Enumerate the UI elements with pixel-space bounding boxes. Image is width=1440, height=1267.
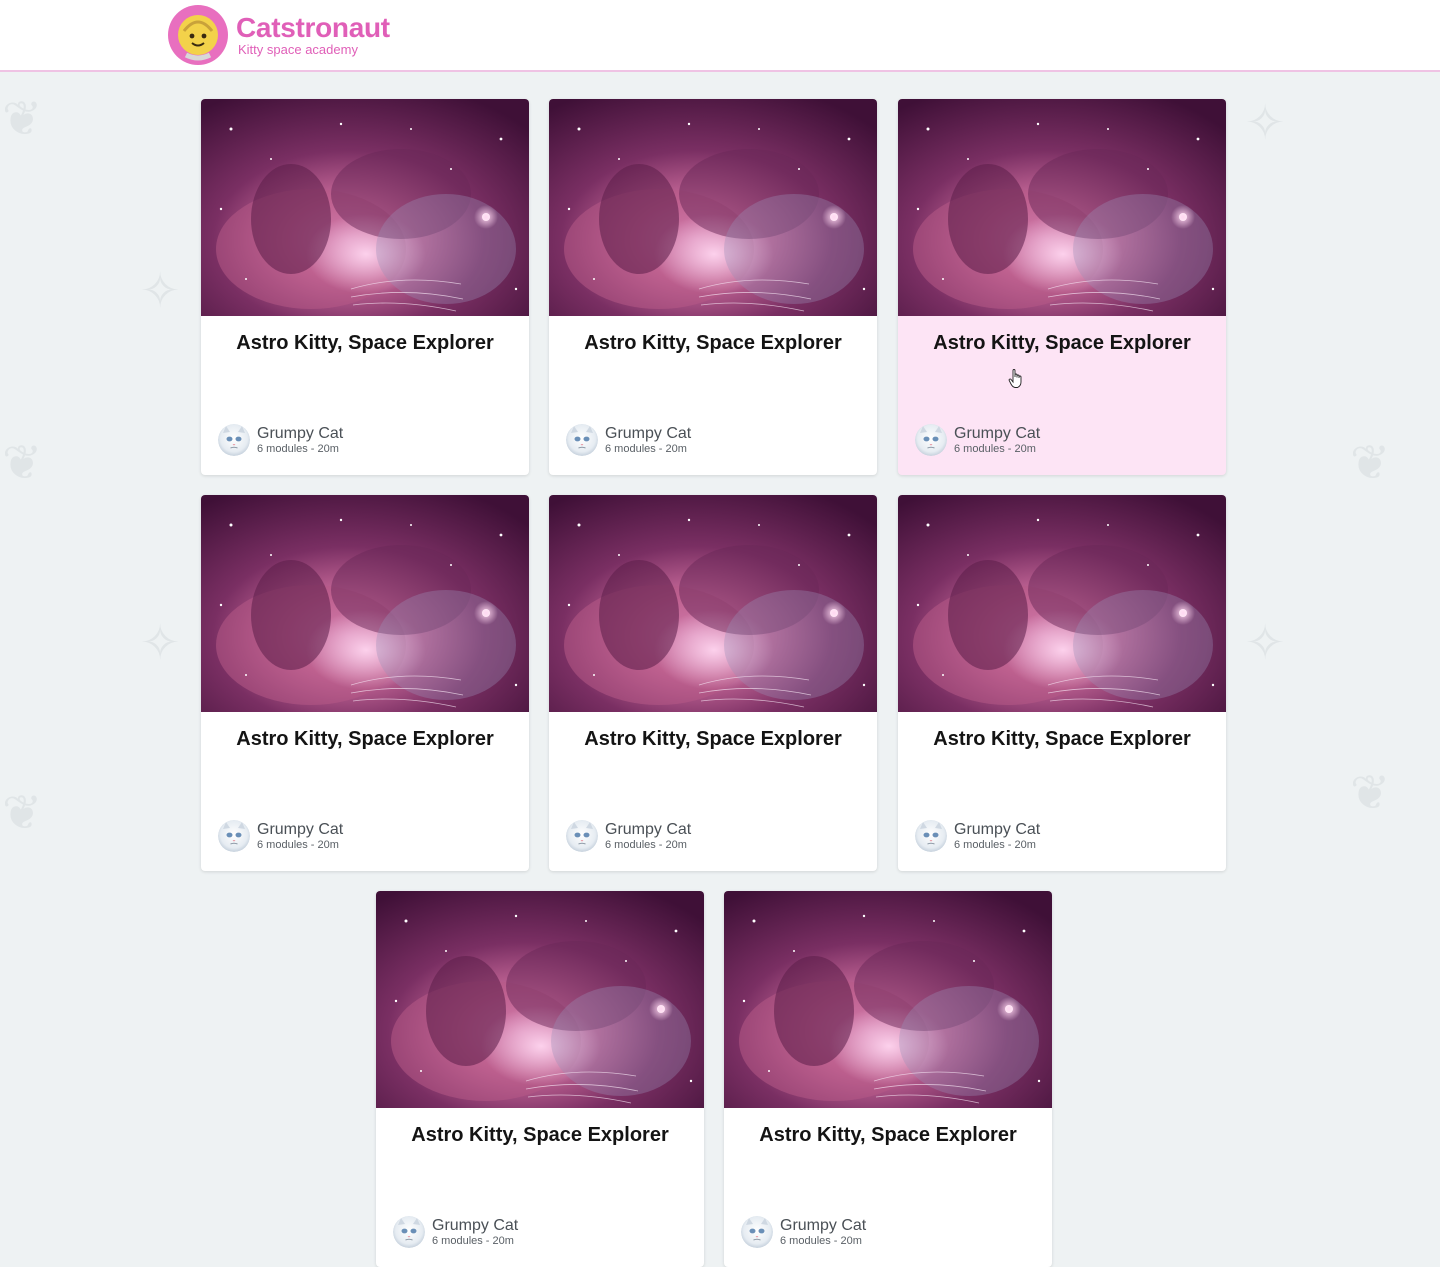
background-pattern-icon: ❦	[1350, 437, 1391, 490]
track-cover-image	[549, 495, 877, 712]
background-pattern-icon: ✧	[1245, 97, 1286, 150]
track-cover-image	[549, 99, 877, 316]
track-title: Astro Kitty, Space Explorer	[584, 332, 842, 354]
track-meta: 6 modules - 20m	[605, 442, 687, 455]
track-card[interactable]: Astro Kitty, Space Explorer Grumpy Cat 6…	[724, 891, 1052, 1267]
author-info: Grumpy Cat 6 modules - 20m	[393, 1216, 518, 1248]
author-avatar	[218, 820, 250, 852]
author-name: Grumpy Cat	[257, 820, 344, 838]
background-pattern-icon: ❦	[2, 437, 43, 490]
author-info: Grumpy Cat 6 modules - 20m	[566, 424, 691, 456]
track-meta: 6 modules - 20m	[257, 838, 339, 851]
author-name: Grumpy Cat	[954, 820, 1041, 838]
author-info: Grumpy Cat 6 modules - 20m	[915, 820, 1040, 852]
author-info: Grumpy Cat 6 modules - 20m	[218, 820, 343, 852]
track-title: Astro Kitty, Space Explorer	[759, 1124, 1017, 1146]
author-name: Grumpy Cat	[780, 1216, 867, 1234]
track-cover-image	[376, 891, 704, 1108]
home-logo-link[interactable]: Catstronaut Kitty space academy	[168, 4, 390, 66]
author-name: Grumpy Cat	[605, 820, 692, 838]
background-pattern-icon: ✧	[140, 265, 181, 318]
track-meta: 6 modules - 20m	[257, 442, 339, 455]
track-title: Astro Kitty, Space Explorer	[411, 1124, 669, 1146]
track-meta: 6 modules - 20m	[780, 1234, 862, 1247]
track-card[interactable]: Astro Kitty, Space Explorer Grumpy Cat 6…	[549, 99, 877, 475]
track-card[interactable]: Astro Kitty, Space Explorer Grumpy Cat 6…	[201, 495, 529, 871]
author-info: Grumpy Cat 6 modules - 20m	[218, 424, 343, 456]
track-cover-image	[201, 495, 529, 712]
background-pattern-icon: ❦	[2, 787, 43, 840]
author-name: Grumpy Cat	[605, 424, 692, 442]
background-pattern-icon: ❦	[2, 93, 43, 146]
track-cover-image	[898, 99, 1226, 316]
author-info: Grumpy Cat 6 modules - 20m	[741, 1216, 866, 1248]
author-name: Grumpy Cat	[954, 424, 1041, 442]
background-pattern-icon: ✧	[140, 617, 181, 670]
author-avatar	[218, 424, 250, 456]
brand-name: Catstronaut	[236, 12, 390, 43]
track-card[interactable]: Astro Kitty, Space Explorer Grumpy Cat 6…	[201, 99, 529, 475]
track-title: Astro Kitty, Space Explorer	[236, 728, 494, 750]
track-card[interactable]: Astro Kitty, Space Explorer Grumpy Cat 6…	[549, 495, 877, 871]
track-card-hovered[interactable]: Astro Kitty, Space Explorer Grumpy Cat 6…	[898, 99, 1226, 475]
track-title: Astro Kitty, Space Explorer	[236, 332, 494, 354]
author-avatar	[915, 424, 947, 456]
author-info: Grumpy Cat 6 modules - 20m	[566, 820, 691, 852]
author-name: Grumpy Cat	[257, 424, 344, 442]
track-meta: 6 modules - 20m	[954, 442, 1036, 455]
author-avatar	[566, 820, 598, 852]
track-card[interactable]: Astro Kitty, Space Explorer Grumpy Cat 6…	[898, 495, 1226, 871]
background-pattern-icon: ❦	[1350, 767, 1391, 820]
app-header: Catstronaut Kitty space academy	[0, 0, 1440, 72]
author-avatar	[915, 820, 947, 852]
author-avatar	[393, 1216, 425, 1248]
track-title: Astro Kitty, Space Explorer	[933, 332, 1191, 354]
track-meta: 6 modules - 20m	[432, 1234, 514, 1247]
track-cover-image	[724, 891, 1052, 1108]
author-avatar	[741, 1216, 773, 1248]
track-meta: 6 modules - 20m	[605, 838, 687, 851]
track-cover-image	[898, 495, 1226, 712]
track-title: Astro Kitty, Space Explorer	[933, 728, 1191, 750]
track-card[interactable]: Astro Kitty, Space Explorer Grumpy Cat 6…	[376, 891, 704, 1267]
brand-tagline: Kitty space academy	[238, 42, 358, 57]
astronaut-cat-icon	[168, 5, 228, 65]
track-cover-image	[201, 99, 529, 316]
brand: Catstronaut Kitty space academy	[236, 13, 390, 57]
track-title: Astro Kitty, Space Explorer	[584, 728, 842, 750]
background-pattern-icon: ✧	[1245, 617, 1286, 670]
track-meta: 6 modules - 20m	[954, 838, 1036, 851]
author-name: Grumpy Cat	[432, 1216, 519, 1234]
author-info: Grumpy Cat 6 modules - 20m	[915, 424, 1040, 456]
author-avatar	[566, 424, 598, 456]
